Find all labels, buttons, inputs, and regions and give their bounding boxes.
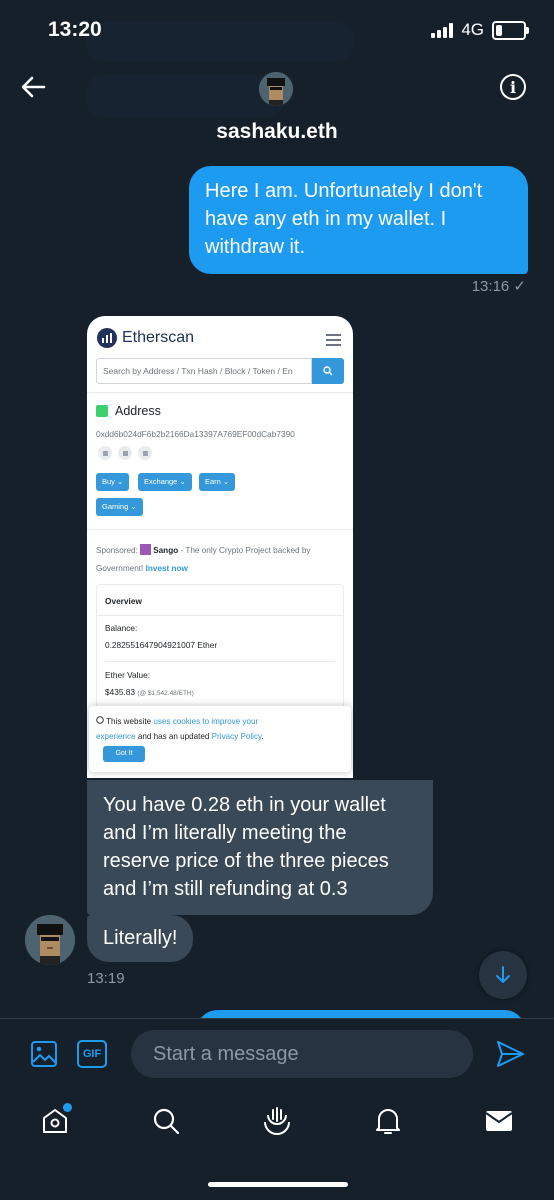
sponsored-banner: Sponsored: Sango - The only Crypto Proje… <box>96 542 346 578</box>
etherscan-title: Etherscan <box>122 329 195 346</box>
etherscan-logo-icon <box>97 328 117 348</box>
divider <box>87 392 353 393</box>
balance-value: 0.282551647904921007 Ether <box>105 640 218 650</box>
network-label: 4G <box>461 20 484 39</box>
balance-label: Balance: <box>105 623 138 633</box>
divider <box>87 529 353 530</box>
ether-value-amount: $435.83 <box>105 687 135 697</box>
gaming-button: Gaming ⌄ <box>96 498 143 516</box>
cookie-text-3: . <box>261 732 264 741</box>
ether-value-label: Ether Value: <box>105 670 151 680</box>
exchange-button: Exchange ⌄ <box>138 473 192 491</box>
gif-button[interactable]: GIF <box>77 1040 107 1068</box>
incoming-message-bubble[interactable]: You have 0.28 eth in your wallet and I’m… <box>87 780 433 915</box>
earn-button: Earn ⌄ <box>199 473 236 491</box>
status-time: 13:20 <box>48 18 102 41</box>
cookie-banner: This website uses cookies to improve you… <box>89 706 351 772</box>
sponsored-label: Sponsored: <box>96 546 138 555</box>
address-identicon <box>96 405 108 417</box>
background-ghost-1 <box>85 22 355 62</box>
cookie-text-2: and has an updated <box>135 732 212 741</box>
cookie-icon <box>96 716 104 724</box>
back-arrow-icon[interactable] <box>20 74 46 105</box>
address-heading: Address <box>115 404 161 418</box>
outgoing-message-time: 13:16 ✓ <box>471 278 526 295</box>
background-ghost-2 <box>85 74 285 118</box>
send-icon[interactable] <box>495 1039 525 1074</box>
divider <box>105 661 335 662</box>
notifications-icon[interactable] <box>371 1104 405 1138</box>
wallet-address: 0xdd6b024dF6b2b2166Da13397A769EF00dCab73… <box>96 429 295 439</box>
invest-now-link: Invest now <box>145 564 188 573</box>
home-indicator <box>208 1182 348 1187</box>
incoming-message-time: 13:19 <box>87 970 125 987</box>
signal-icon <box>431 22 454 38</box>
info-icon[interactable]: i <box>500 74 526 100</box>
cookie-text: This website uses cookies to improve you… <box>96 714 286 744</box>
ether-price: (@ $1,542.48/ETH) <box>137 690 194 697</box>
incoming-message-bubble[interactable]: Literally! <box>87 915 194 962</box>
outgoing-message-bubble[interactable]: Here I am. Unfortunately I don't have an… <box>189 166 528 274</box>
messages-icon[interactable] <box>482 1104 516 1138</box>
ether-value: $435.83 (@ $1,542.48/ETH) <box>105 687 194 697</box>
etherscan-search-icon <box>312 358 344 384</box>
sango-logo-icon <box>140 544 152 555</box>
buy-button: Buy ⌄ <box>96 473 130 491</box>
sponsor-name: Sango <box>153 546 179 555</box>
privacy-policy-link: Privacy Policy <box>211 732 262 741</box>
got-it-button: Got It <box>103 746 145 762</box>
etherscan-search-field: Search by Address / Txn Hash / Block / T… <box>96 358 312 384</box>
etherscan-header: Etherscan <box>87 316 353 364</box>
overview-title: Overview <box>105 596 142 606</box>
qr-code-icon <box>118 446 132 460</box>
spaces-icon[interactable] <box>260 1104 294 1138</box>
divider <box>97 615 343 616</box>
contact-name[interactable]: sashaku.eth <box>0 120 554 144</box>
search-icon[interactable] <box>149 1104 183 1138</box>
message-input[interactable] <box>131 1030 473 1078</box>
image-icon[interactable] <box>30 1040 58 1073</box>
sender-avatar[interactable] <box>25 915 75 965</box>
battery-icon <box>492 20 529 40</box>
arrow-down-icon <box>496 966 510 983</box>
shared-image-etherscan[interactable]: Etherscan Search by Address / Txn Hash /… <box>87 316 353 778</box>
copy-icon <box>98 446 112 460</box>
hamburger-menu-icon <box>326 334 341 349</box>
cookie-text-1: This website <box>106 717 154 726</box>
status-indicators: 4G <box>431 20 529 40</box>
scroll-to-bottom-button[interactable] <box>479 951 527 999</box>
home-notification-dot <box>61 1101 74 1114</box>
contact-avatar[interactable] <box>259 72 293 106</box>
comment-icon <box>138 446 152 460</box>
